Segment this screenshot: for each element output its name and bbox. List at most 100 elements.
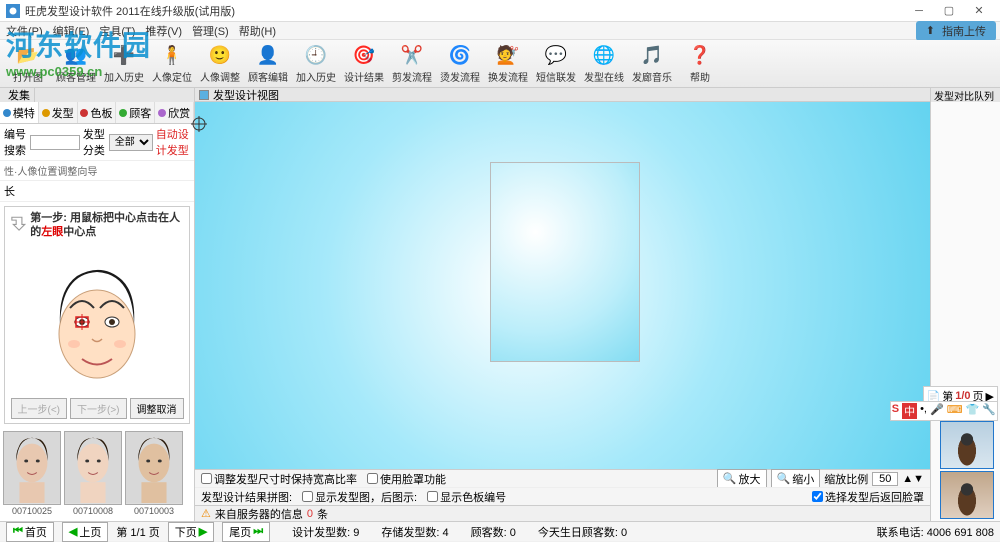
left-tab-色板[interactable]: 色板 <box>78 102 117 123</box>
toolbar-发廊音乐[interactable]: 🎵发廊音乐 <box>630 42 674 86</box>
model-thumb-00710025[interactable]: 00710025 <box>3 431 61 516</box>
ime-skin-icon[interactable]: 👕 <box>966 403 980 419</box>
toolbar-人像定位[interactable]: 🧍人像定位 <box>150 42 194 86</box>
ime-keyboard-icon[interactable]: ⌨ <box>947 403 963 419</box>
zoom-spinner[interactable]: ▲▼ <box>902 473 924 485</box>
canvas-cursor-icon <box>191 116 207 132</box>
zoom-input[interactable] <box>872 472 898 486</box>
compare-thumb-2[interactable] <box>940 471 994 519</box>
tab-dot-icon <box>119 109 127 117</box>
ime-punct-icon[interactable]: •, <box>920 403 927 419</box>
toolbar-打开图[interactable]: 📂打开图 <box>6 42 50 86</box>
toolbar-label-14: 帮助 <box>690 69 710 84</box>
menu-tools[interactable]: 宝具(T) <box>97 23 137 39</box>
toolbar-label-5: 顾客编辑 <box>248 69 288 84</box>
tab-dot-icon <box>80 109 88 117</box>
maximize-button[interactable]: ▢ <box>934 2 964 20</box>
toolbar-人像调整[interactable]: 🙂人像调整 <box>198 42 242 86</box>
zoom-out-icon: 🔍 <box>777 472 791 485</box>
face-canvas[interactable] <box>9 244 185 394</box>
category-select[interactable]: 全部 <box>109 134 153 151</box>
nav-next-button[interactable]: 下页▶ <box>168 522 214 542</box>
toolbar-icon-6: 🕘 <box>304 44 328 68</box>
toolbar-加入历史[interactable]: ➕加入历史 <box>102 42 146 86</box>
left-tab-欣赏[interactable]: 欣赏 <box>155 102 194 123</box>
toolbar-label-1: 顾客管理 <box>56 69 96 84</box>
tab-dot-icon <box>158 109 166 117</box>
toolbar-label-7: 设计结果 <box>344 69 384 84</box>
menu-recommend[interactable]: 推荐(V) <box>143 23 184 39</box>
canvas-inner-frame[interactable] <box>490 162 640 362</box>
ime-lang[interactable]: 中 <box>902 403 917 419</box>
menu-file[interactable]: 文件(P) <box>4 23 45 39</box>
toolbar-label-2: 加入历史 <box>104 69 144 84</box>
toolbar-label-6: 加入历史 <box>296 69 336 84</box>
wizard-next-button[interactable]: 下一步(>) <box>70 398 127 419</box>
toolbar-换发流程[interactable]: 💇换发流程 <box>486 42 530 86</box>
wizard-cancel-button[interactable]: 调整取消 <box>130 398 184 419</box>
search-row: 编号搜索 发型分类 全部 自动设计发型 <box>0 124 194 161</box>
left-tab-发型[interactable]: 发型 <box>39 102 78 123</box>
thumb-id: 00710008 <box>73 506 113 516</box>
ime-bar[interactable]: S 中 •, 🎤 ⌨ 👕 🔧 <box>890 401 998 421</box>
toolbar-顾客管理[interactable]: 👥顾客管理 <box>54 42 98 86</box>
center-panel: 发型设计视图 调整发型尺寸时保持宽高比率 使用脸罩功能 🔍放大 🔍缩小 缩放比例… <box>195 88 930 521</box>
step-arrow-icon <box>9 211 26 235</box>
toolbar-label-10: 换发流程 <box>488 69 528 84</box>
thumb-image <box>64 431 122 505</box>
menu-edit[interactable]: 编辑(E) <box>51 23 92 39</box>
toolbar-烫发流程[interactable]: 🌀烫发流程 <box>438 42 482 86</box>
toolbar-加入历史[interactable]: 🕘加入历史 <box>294 42 338 86</box>
keep-ratio-checkbox[interactable]: 调整发型尺寸时保持宽高比率 <box>201 471 357 487</box>
menu-help[interactable]: 帮助(H) <box>237 23 278 39</box>
nav-first-button[interactable]: ⏮首页 <box>6 522 54 542</box>
left-panel: 发集 模特发型色板顾客欣赏 编号搜索 发型分类 全部 自动设计发型 性·人像位置… <box>0 88 195 521</box>
nav-last-button[interactable]: 尾页⏭ <box>222 522 270 542</box>
left-tab-模特[interactable]: 模特 <box>0 102 39 123</box>
model-thumb-00710008[interactable]: 00710008 <box>64 431 122 516</box>
collection-tab[interactable]: 发集 <box>4 87 35 103</box>
toolbar-label-3: 人像定位 <box>152 69 192 84</box>
right-panel: 发型对比队列 📄 第 1/0 页 ▶ S 中 •, 🎤 ⌨ 👕 🔧 <box>930 88 1000 521</box>
toolbar-剪发流程[interactable]: ✂️剪发流程 <box>390 42 434 86</box>
upload-guide-button[interactable]: ⬆ 指南上传 <box>916 21 996 41</box>
wizard-prev-button[interactable]: 上一步(<) <box>11 398 68 419</box>
search-input[interactable] <box>30 135 80 150</box>
model-thumb-00710003[interactable]: 00710003 <box>125 431 183 516</box>
canvas-color-box <box>199 90 209 100</box>
menu-manage[interactable]: 管理(S) <box>190 23 231 39</box>
minimize-button[interactable]: ─ <box>904 2 934 20</box>
length-row: 长 <box>0 181 194 202</box>
design-canvas[interactable] <box>195 102 930 469</box>
tab-dot-icon <box>3 109 11 117</box>
zoom-out-button[interactable]: 🔍缩小 <box>771 469 821 489</box>
close-button[interactable]: ✕ <box>964 2 994 20</box>
wizard-panel: 第一步: 用鼠标把中心点击在人的左眼中心点 <box>4 206 190 424</box>
compare-thumb-1[interactable] <box>940 421 994 469</box>
toolbar-短信联发[interactable]: 💬短信联发 <box>534 42 578 86</box>
left-tab-顾客[interactable]: 顾客 <box>116 102 155 123</box>
result-desc-label: 发型设计结果拼图: <box>201 489 292 505</box>
zoom-in-button[interactable]: 🔍放大 <box>717 469 767 489</box>
toolbar-发型在线[interactable]: 🌐发型在线 <box>582 42 626 86</box>
use-mask-checkbox[interactable]: 使用脸罩功能 <box>367 471 446 487</box>
toolbar-帮助[interactable]: ❓帮助 <box>678 42 722 86</box>
show-style-checkbox[interactable]: 显示发型图，后图示: <box>302 489 417 505</box>
toolbar-label-13: 发廊音乐 <box>632 69 672 84</box>
nav-prev-button[interactable]: ◀上页 <box>62 522 108 542</box>
auto-design-button[interactable]: 自动设计发型 <box>156 126 190 158</box>
toolbar-设计结果[interactable]: 🎯设计结果 <box>342 42 386 86</box>
toolbar-icon-8: ✂️ <box>400 44 424 68</box>
ime-tool-icon[interactable]: 🔧 <box>982 403 996 419</box>
toolbar-顾客编辑[interactable]: 👤顾客编辑 <box>246 42 290 86</box>
save-return-checkbox[interactable]: 选择发型后返回脸罩 <box>812 489 924 505</box>
ime-mic-icon[interactable]: 🎤 <box>930 403 944 419</box>
show-color-checkbox[interactable]: 显示色板编号 <box>427 489 506 505</box>
canvas-options-2: 发型设计结果拼图: 显示发型图，后图示: 显示色板编号 选择发型后返回脸罩 <box>195 487 930 505</box>
canvas-options-1: 调整发型尺寸时保持宽高比率 使用脸罩功能 🔍放大 🔍缩小 缩放比例 ▲▼ <box>195 469 930 487</box>
thumb-id: 00710025 <box>12 506 52 516</box>
thumb-id: 00710003 <box>134 506 174 516</box>
toolbar-icon-14: ❓ <box>688 44 712 68</box>
canvas-header: 发型设计视图 <box>195 88 930 102</box>
toolbar-icon-10: 💇 <box>496 44 520 68</box>
